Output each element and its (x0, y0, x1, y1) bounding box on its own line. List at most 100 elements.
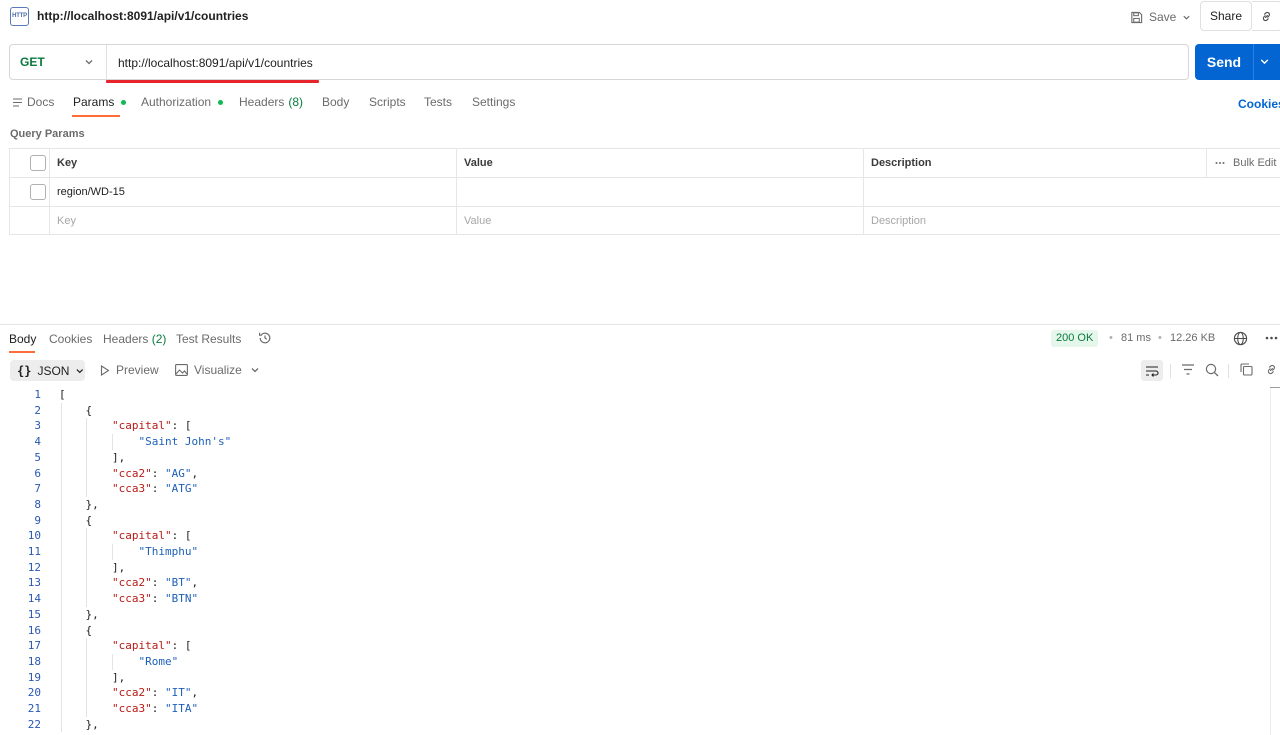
chevron-down-icon (85, 60, 93, 65)
code-line: 9 { (0, 513, 1270, 529)
search-icon[interactable] (1205, 363, 1219, 377)
share-label: Share (1209, 9, 1243, 23)
tab-tests[interactable]: Tests (424, 95, 452, 109)
new-param-value-field[interactable]: Value (456, 207, 864, 235)
line-number: 9 (34, 513, 41, 527)
code-line: 5 ], (0, 450, 1270, 466)
request-tabs: Docs Params Authorization Headers (8) Bo… (0, 88, 1280, 118)
response-body-editor[interactable]: 1[2 {3 "capital": [4 "Saint John's" 5 ], 6… (0, 387, 1270, 735)
param-key-field[interactable]: region/WD-15 (49, 178, 456, 206)
line-number: 21 (27, 702, 41, 715)
braces-icon: {} (17, 363, 32, 378)
visualize-label: Visualize (194, 363, 242, 377)
method-select[interactable]: GET (10, 45, 107, 79)
separator-dot: • (1109, 332, 1113, 344)
select-all-checkbox[interactable] (30, 155, 46, 171)
param-description-field[interactable] (863, 178, 1280, 206)
column-header-description: Description (863, 149, 1197, 177)
tab-docs[interactable]: Docs (13, 95, 54, 109)
url-input[interactable]: http://localhost:8091/api/v1/countries (118, 56, 313, 70)
tab-params[interactable]: Params (73, 95, 127, 109)
line-number: 19 (27, 670, 41, 684)
line-number: 10 (27, 529, 41, 543)
url-bar: GET http://localhost:8091/api/v1/countri… (9, 44, 1189, 80)
history-icon[interactable] (258, 331, 272, 345)
param-checkbox[interactable] (30, 184, 46, 200)
chevron-down-icon[interactable] (1259, 56, 1270, 67)
scrollbar-thumb[interactable] (1270, 387, 1280, 388)
line-number: 16 (27, 623, 41, 637)
tab-settings[interactable]: Settings (472, 95, 515, 109)
send-button[interactable]: Send (1195, 44, 1280, 80)
tab-params-label: Params (73, 95, 115, 109)
response-tab-headers[interactable]: Headers (2) (103, 332, 166, 346)
code-text: "cca2": "BT", (111, 576, 199, 590)
line-number: 4 (34, 435, 41, 449)
tab-settings-label: Settings (472, 95, 516, 109)
tab-scripts-label: Scripts (369, 95, 406, 109)
response-tab-test-results[interactable]: Test Results (176, 332, 241, 346)
line-number: 20 (27, 686, 41, 700)
save-button[interactable]: Save (1124, 6, 1197, 28)
tab-docs-label: Docs (27, 95, 55, 109)
scrollbar[interactable] (1270, 387, 1280, 735)
http-icon: HTTP (10, 7, 29, 26)
code-text: { (59, 623, 93, 637)
code-text: { (59, 513, 93, 527)
param-value-field[interactable] (456, 178, 864, 206)
bulk-edit-button[interactable]: Bulk Edit (1206, 149, 1280, 177)
code-line: 10 "capital": [ (0, 528, 1270, 544)
method-label: GET (20, 55, 45, 69)
code-line: 17 "capital": [ (0, 638, 1270, 654)
tab-body[interactable]: Body (322, 95, 349, 109)
line-number: 7 (34, 482, 41, 496)
separator-dot: • (1158, 332, 1162, 344)
image-icon (175, 364, 188, 376)
docs-icon (13, 97, 22, 107)
visualize-button[interactable]: Visualize (175, 363, 242, 377)
code-line: 16 { (0, 623, 1270, 639)
code-line: 14 "cca3": "BTN" (0, 591, 1270, 607)
response-tab-cookies[interactable]: Cookies (49, 332, 92, 346)
cookies-link[interactable]: Cookies (1238, 97, 1280, 111)
code-line: 2 { (0, 403, 1270, 419)
line-number: 13 (27, 576, 41, 590)
request-title[interactable]: http://localhost:8091/api/v1/countries (37, 9, 248, 23)
save-label: Save (1149, 10, 1177, 24)
copy-link-button[interactable] (1252, 1, 1280, 31)
new-param-key-field[interactable]: Key (49, 207, 456, 235)
column-header-value: Value (456, 149, 864, 177)
code-line: 8 }, (0, 497, 1270, 513)
format-select[interactable]: {} JSON (10, 360, 85, 381)
share-button[interactable]: Share (1200, 1, 1252, 31)
response-tab-body[interactable]: Body (9, 332, 36, 346)
link-icon (1262, 11, 1270, 21)
preview-button[interactable]: Preview (100, 363, 159, 377)
response-size[interactable]: 12.26 KB (1170, 332, 1215, 344)
code-line: 6 "cca2": "AG", (0, 466, 1270, 482)
params-active-dot (121, 99, 127, 105)
save-icon (1131, 11, 1143, 23)
chevron-down-icon (76, 368, 84, 373)
chevron-down-icon[interactable] (250, 365, 260, 375)
wrap-lines-button[interactable] (1141, 360, 1163, 381)
tab-headers[interactable]: Headers (8) (239, 95, 303, 109)
code-line: 11 "Thimphu" (0, 544, 1270, 560)
more-horizontal-icon (1215, 162, 1225, 164)
line-number: 2 (34, 403, 41, 417)
link-icon[interactable] (1265, 363, 1278, 376)
globe-icon[interactable] (1233, 331, 1248, 346)
code-line: 13 "cca2": "BT", (0, 575, 1270, 591)
more-horizontal-icon[interactable] (1265, 336, 1278, 340)
new-param-description-field[interactable]: Description (863, 207, 1280, 235)
filter-icon[interactable] (1181, 363, 1195, 376)
copy-icon[interactable] (1240, 363, 1253, 376)
status-badge[interactable]: 200 OK (1051, 330, 1099, 347)
response-time[interactable]: 81 ms (1121, 332, 1151, 344)
line-number: 8 (34, 497, 41, 511)
line-number: 12 (27, 560, 41, 574)
tab-scripts[interactable]: Scripts (369, 95, 406, 109)
tab-authorization[interactable]: Authorization (141, 95, 224, 109)
code-line: 12 ], (0, 560, 1270, 576)
code-text: ], (59, 670, 126, 684)
